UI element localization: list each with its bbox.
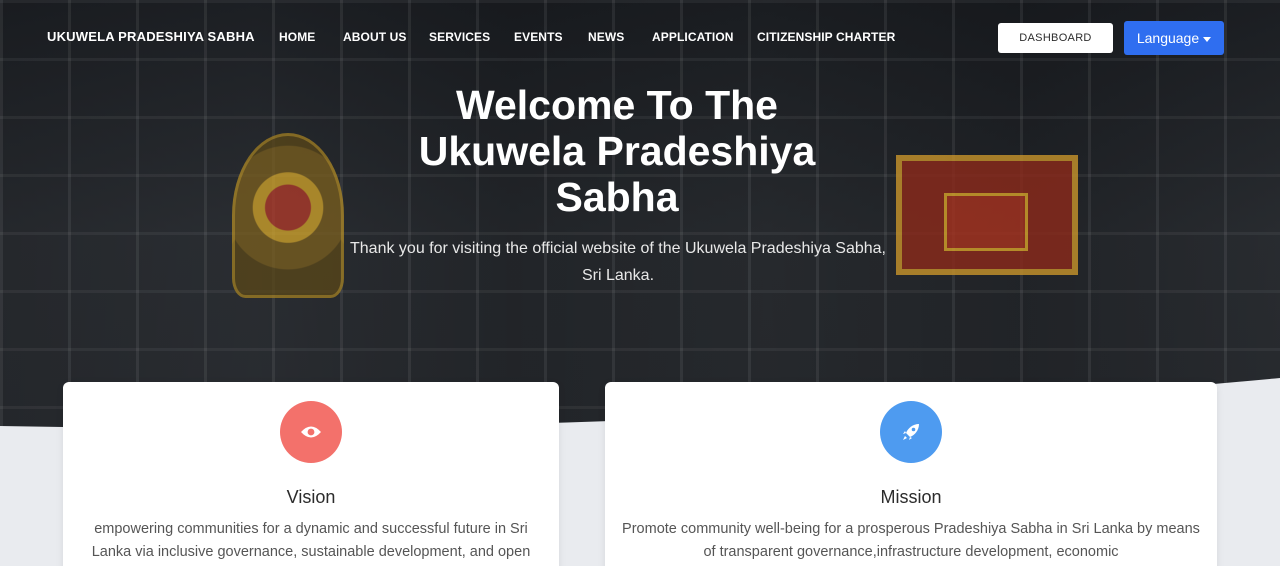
top-navbar: UKUWELA PRADESHIYA SABHA HOME ABOUT US S…: [0, 0, 1280, 76]
nav-application[interactable]: APPLICATION: [652, 30, 734, 44]
language-dropdown-button[interactable]: Language: [1124, 21, 1224, 55]
flag-image: [896, 155, 1078, 275]
mission-text: Promote community well-being for a prosp…: [622, 521, 1200, 560]
nav-home[interactable]: HOME: [279, 30, 315, 44]
hero-subtitle: Thank you for visiting the official webs…: [350, 240, 886, 284]
rocket-icon: [903, 424, 919, 440]
mission-title: Mission: [880, 487, 942, 507]
dashboard-button[interactable]: DASHBOARD: [998, 23, 1113, 53]
vision-card: Vision empowering communities for a dyna…: [63, 382, 559, 566]
eye-icon: [301, 426, 321, 438]
vision-icon-circle: [280, 401, 342, 463]
nav-events[interactable]: EVENTS: [514, 30, 563, 44]
nav-news[interactable]: NEWS: [588, 30, 624, 44]
vision-text: empowering communities for a dynamic and…: [91, 521, 531, 560]
nav-services[interactable]: SERVICES: [429, 30, 490, 44]
nav-citizenship-charter[interactable]: CITIZENSHIP CHARTER: [757, 30, 895, 44]
caret-down-icon: [1203, 37, 1212, 42]
language-label: Language: [1136, 30, 1200, 46]
hero-title: Welcome To The Ukuwela Pradeshiya Sabha: [418, 82, 816, 220]
vision-title: Vision: [286, 487, 336, 507]
nav-about-us[interactable]: ABOUT US: [343, 30, 406, 44]
site-brand-link[interactable]: UKUWELA PRADESHIYA SABHA: [47, 29, 255, 44]
mission-card: Mission Promote community well-being for…: [605, 382, 1217, 566]
mission-icon-circle: [880, 401, 942, 463]
national-emblem-image: [232, 133, 344, 298]
